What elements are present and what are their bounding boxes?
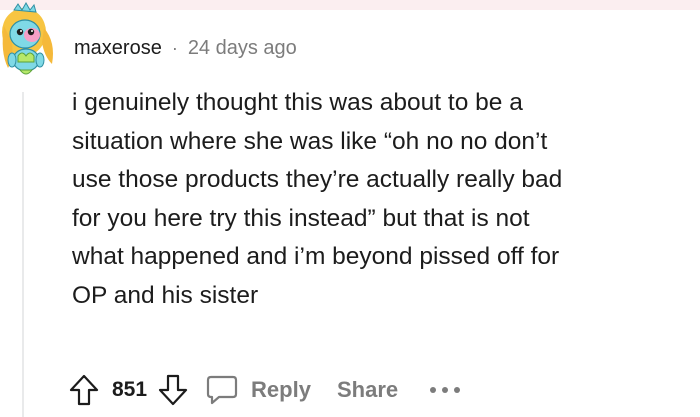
separator-dot: · bbox=[171, 37, 178, 58]
vote-count: 851 bbox=[112, 378, 148, 401]
speech-bubble-icon bbox=[206, 375, 238, 405]
ellipsis-icon bbox=[430, 387, 461, 393]
thread-line[interactable] bbox=[22, 92, 24, 417]
reply-label: Reply bbox=[251, 377, 311, 402]
share-label: Share bbox=[336, 377, 399, 402]
comment-header: maxerose · 24 days ago bbox=[74, 34, 297, 62]
snoo-avatar-icon bbox=[2, 1, 53, 75]
more-options-button[interactable] bbox=[428, 372, 462, 408]
timestamp[interactable]: 24 days ago bbox=[188, 37, 297, 60]
upvote-button[interactable] bbox=[66, 372, 102, 408]
downvote-arrow-icon bbox=[158, 374, 188, 406]
comment-body: i genuinely thought this was about to be… bbox=[72, 89, 563, 309]
reply-button[interactable]: Reply bbox=[205, 373, 311, 407]
comment: maxerose · 24 days ago i genuinely thoug… bbox=[0, 0, 700, 417]
share-button[interactable]: Share bbox=[337, 377, 398, 403]
upvote-arrow-icon bbox=[69, 374, 99, 406]
comment-actions: 851 Reply Share bbox=[66, 368, 462, 412]
downvote-button[interactable] bbox=[155, 372, 191, 408]
username-link[interactable]: maxerose bbox=[74, 37, 162, 60]
avatar[interactable] bbox=[0, 1, 62, 78]
